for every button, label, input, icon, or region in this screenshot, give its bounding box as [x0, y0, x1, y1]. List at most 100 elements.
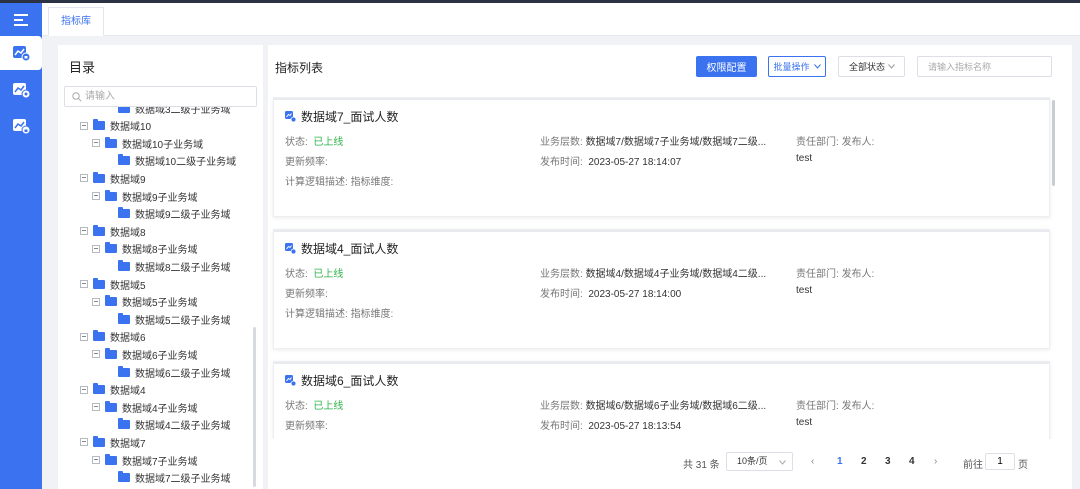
hierarchy-label: 业务层数:: [540, 269, 583, 280]
metric-search-input[interactable]: [928, 59, 1046, 74]
tree-node[interactable]: 数据域8: [80, 223, 146, 239]
tree-node[interactable]: 数据域5二级子业务域: [118, 311, 231, 327]
metric-library-icon[interactable]: [0, 36, 42, 70]
page-2[interactable]: 2: [861, 456, 867, 467]
collapse-toggle-icon[interactable]: [92, 350, 100, 359]
menu-icon[interactable]: [0, 3, 42, 37]
dept-label: 责任部门:: [796, 269, 839, 280]
tree-node[interactable]: 数据域7子业务域: [92, 452, 198, 468]
collapse-toggle-icon[interactable]: [92, 139, 100, 148]
frequency-label: 更新频率:: [285, 421, 328, 432]
collapse-toggle-icon[interactable]: [92, 192, 100, 200]
publisher-label: 发布人:: [841, 269, 875, 280]
card-header: 数据域6_面试人数: [285, 372, 398, 389]
folder-icon: [93, 435, 105, 447]
logic-field: 计算逻辑描述: 指标维度:: [285, 173, 393, 188]
metric-card[interactable]: 数据域7_面试人数 状态: 已上线 业务层数: 数据域7/数据域7子业务域/数据…: [273, 97, 1050, 217]
logic-label: 计算逻辑描述:: [285, 177, 348, 188]
tree-node[interactable]: 数据域4子业务域: [92, 399, 198, 415]
collapse-toggle-icon[interactable]: [80, 332, 88, 341]
status-select[interactable]: 全部状态: [838, 56, 905, 77]
folder-icon: [118, 259, 130, 271]
metric-card[interactable]: 数据域6_面试人数 状态: 已上线 业务层数: 数据域6/数据域6子业务域/数据…: [273, 361, 1050, 439]
publish-time-field: 发布时间: 2023-05-27 18:14:00: [540, 285, 681, 300]
publish-time-value: 2023-05-27 18:14:07: [588, 157, 682, 168]
tree-node-label: 数据域8: [110, 227, 146, 239]
collapse-toggle-icon[interactable]: [92, 456, 100, 464]
permission-config-button[interactable]: 权限配置: [696, 56, 757, 77]
tree-node[interactable]: 数据域5: [80, 276, 146, 292]
hierarchy-label: 业务层数:: [540, 137, 583, 148]
collapse-toggle-icon[interactable]: [92, 244, 100, 253]
publish-time-field: 发布时间: 2023-05-27 18:13:54: [540, 417, 681, 432]
collapse-toggle-icon[interactable]: [80, 227, 88, 236]
publisher-value: test: [796, 153, 813, 164]
metric-card[interactable]: 数据域4_面试人数 状态: 已上线 业务层数: 数据域4/数据域4子业务域/数据…: [273, 229, 1050, 349]
page-1[interactable]: 1: [837, 456, 843, 467]
page-size-select[interactable]: 10条/页: [726, 452, 793, 471]
page-3[interactable]: 3: [885, 456, 891, 467]
folder-icon: [105, 453, 117, 465]
tree-node-label: 数据域10: [110, 122, 152, 134]
tree-node[interactable]: 数据域3二级子业务域: [118, 107, 231, 116]
folder-icon: [105, 347, 117, 359]
folder-icon: [105, 136, 117, 148]
tree-node[interactable]: 数据域6子业务域: [92, 346, 198, 362]
page-4[interactable]: 4: [909, 456, 915, 467]
batch-operation-button[interactable]: 批量操作: [768, 56, 826, 77]
frequency-label: 更新频率:: [285, 157, 328, 168]
folder-icon: [118, 107, 130, 113]
hierarchy-field: 业务层数: 数据域6/数据域6子业务域/数据域6二级...: [540, 397, 766, 412]
publisher-value: test: [796, 285, 813, 296]
dept-field: 责任部门: 发布人:: [796, 265, 874, 280]
metric-data-icon[interactable]: [0, 73, 42, 107]
prev-page-icon[interactable]: ‹: [811, 456, 814, 467]
tree-node[interactable]: 数据域6: [80, 329, 146, 345]
tree-node[interactable]: 数据域10二级子业务域: [118, 153, 236, 169]
metric-title[interactable]: 数据域7_面试人数: [301, 108, 398, 125]
tree-node[interactable]: 数据域7二级子业务域: [118, 470, 231, 486]
status-value: 已上线: [313, 401, 344, 412]
tree-node[interactable]: 数据域8二级子业务域: [118, 258, 231, 274]
tree-node[interactable]: 数据域9: [80, 170, 146, 186]
collapse-toggle-icon[interactable]: [80, 385, 88, 394]
metric-list-panel: 指标列表 权限配置 批量操作 全部状态 数据域7_面试人数 状态: 已上线 业务…: [268, 45, 1072, 489]
tree-node[interactable]: 数据域4: [80, 382, 146, 398]
directory-scrollbar[interactable]: [253, 327, 256, 487]
directory-search-input[interactable]: [85, 89, 250, 104]
collapse-toggle-icon[interactable]: [92, 403, 100, 412]
collapse-toggle-icon[interactable]: [80, 438, 88, 447]
hierarchy-value: 数据域6/数据域6子业务域/数据域6二级...: [585, 401, 767, 412]
tab-metric-library[interactable]: 指标库: [48, 7, 104, 36]
goto-page-input[interactable]: [985, 453, 1015, 470]
tree-node[interactable]: 数据域10子业务域: [92, 135, 203, 151]
tree-node[interactable]: 数据域9二级子业务域: [118, 206, 231, 222]
status-select-value: 全部状态: [849, 62, 886, 72]
metric-lock-icon[interactable]: [0, 109, 42, 143]
tree-node[interactable]: 数据域9子业务域: [92, 188, 198, 204]
folder-icon: [93, 224, 105, 236]
tree-node-label: 数据域9子业务域: [122, 192, 198, 204]
status-label: 状态:: [285, 269, 308, 280]
collapse-toggle-icon[interactable]: [80, 280, 88, 288]
tree-node[interactable]: 数据域5子业务域: [92, 294, 198, 310]
folder-icon: [118, 312, 130, 324]
tree-node[interactable]: 数据域7: [80, 434, 146, 450]
collapse-toggle-icon[interactable]: [92, 297, 100, 306]
collapse-toggle-icon[interactable]: [80, 121, 88, 130]
metric-title[interactable]: 数据域6_面试人数: [301, 372, 398, 389]
publisher-field: test: [796, 417, 812, 428]
chevron-down-icon: [779, 460, 786, 465]
batch-operation-label: 批量操作: [773, 62, 810, 72]
collapse-toggle-icon[interactable]: [80, 174, 88, 183]
tree-node[interactable]: 数据域6二级子业务域: [118, 364, 231, 380]
tree-node[interactable]: 数据域8子业务域: [92, 241, 198, 257]
tree-node-label: 数据域7: [110, 438, 146, 450]
status-value: 已上线: [313, 269, 344, 280]
list-scrollbar[interactable]: [1052, 100, 1055, 186]
folder-icon: [105, 242, 117, 254]
tree-node[interactable]: 数据域4二级子业务域: [118, 417, 231, 433]
metric-title[interactable]: 数据域4_面试人数: [301, 240, 398, 257]
tree-node[interactable]: 数据域10: [80, 118, 151, 134]
next-page-icon[interactable]: ›: [934, 456, 937, 467]
